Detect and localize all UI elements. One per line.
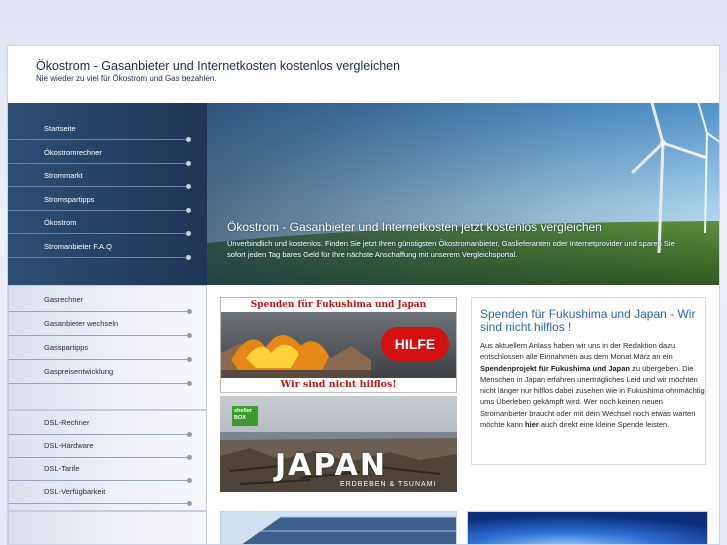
nav-item-dsl-tarife[interactable]: DSL-Tarife	[9, 458, 192, 483]
nav-item-gasspartipps[interactable]: Gasspartipps	[9, 337, 192, 362]
blue-abstract-image	[468, 512, 707, 544]
nav-item-dsl-hardware[interactable]: DSL-Hardware	[9, 435, 192, 460]
main-navigation: Startseite Ökostromrechner Strommarkt St…	[8, 103, 207, 285]
fukushima-banner-heading: Spenden für Fukushima und Japan	[221, 298, 456, 312]
site-header: Ökostrom - Gasanbieter und Internetkoste…	[8, 46, 719, 103]
nav-item-label: Stromanbieter F.A.Q	[44, 242, 112, 251]
article-text: auch direkt eine kleine Spende leisten.	[538, 420, 670, 430]
nav-item-dsl-rechner[interactable]: DSL-Rechner	[9, 412, 192, 437]
nav-item-startseite[interactable]: Startseite	[8, 117, 191, 142]
hero-title: Ökostrom - Gasanbieter und Internetkoste…	[227, 220, 602, 234]
japan-tsunami-banner[interactable]: shelter BOX JAPAN ERDBEBEN & TSUNAMI	[220, 396, 457, 492]
article-body: Aus aktuellem Anlass haben wir uns in de…	[480, 340, 708, 430]
nav-item-label: Ökostromrechner	[44, 148, 102, 157]
nav-item-stromanbieter-faq[interactable]: Stromanbieter F.A.Q	[8, 235, 191, 260]
nav-item-label: Gasrechner	[44, 295, 84, 304]
solar-panel-thumbnail[interactable]	[220, 511, 457, 544]
fukushima-donation-banner[interactable]: Spenden für Fukushima und Japan HILFE Wi…	[220, 297, 457, 393]
shelterbox-logo: shelter BOX	[232, 406, 258, 426]
nav-item-gasrechner[interactable]: Gasrechner	[9, 289, 192, 314]
nav-item-label: DSL-Verfügbarkeit	[44, 487, 106, 496]
bullet-dot-icon	[186, 255, 191, 260]
hero-banner: Ökostrom - Gasanbieter und Internetkoste…	[207, 103, 719, 285]
nav-item-label: Stromspartipps	[44, 195, 95, 204]
site-tagline: Nie wieder zu viel für Ökostrom und Gas …	[36, 74, 217, 83]
article-bold-text: Spendenprojekt für Fukushima und Japan	[480, 363, 631, 373]
bullet-dot-icon	[187, 381, 192, 386]
nav-item-label: Ökostrom	[44, 218, 77, 227]
nav-item-label: Startseite	[44, 124, 76, 133]
hero-text: Unverbindlich und kostenlos. Finden Sie …	[227, 239, 675, 259]
nav-item-label: Strommarkt	[44, 171, 83, 180]
fukushima-banner-slogan: Wir sind nicht hilflos!	[221, 378, 456, 392]
site-title[interactable]: Ökostrom - Gasanbieter und Internetkoste…	[36, 59, 400, 73]
fukushima-article: Spenden für Fukushima und Japan - Wir si…	[471, 297, 706, 465]
gas-navigation: Gasrechner Gasanbieter wechseln Gasspart…	[8, 285, 207, 410]
nav-item-dsl-verfuegbarkeit[interactable]: DSL-Verfügbarkeit	[9, 481, 192, 506]
nav-item-stromspartipps[interactable]: Stromspartipps	[8, 188, 191, 213]
page-container: Ökostrom - Gasanbieter und Internetkoste…	[7, 45, 720, 545]
nav-item-oekostrom[interactable]: Ökostrom	[8, 211, 191, 236]
nav-item-gaspreisentwicklung[interactable]: Gaspreisentwicklung	[9, 361, 192, 386]
article-text: Aus aktuellem Anlass haben wir uns in de…	[480, 341, 676, 362]
japan-subtitle: ERDBEBEN & TSUNAMI	[340, 481, 437, 488]
article-link[interactable]: hier	[525, 420, 539, 429]
nav-item-label: Gaspreisentwicklung	[44, 367, 114, 376]
hilfe-button[interactable]: HILFE	[381, 327, 449, 361]
blue-abstract-thumbnail[interactable]	[467, 511, 708, 544]
nav-item-gasanbieter-wechseln[interactable]: Gasanbieter wechseln	[9, 313, 192, 338]
dsl-navigation: DSL-Rechner DSL-Hardware DSL-Tarife DSL-…	[8, 410, 207, 511]
sidebar-box-bottom	[8, 511, 207, 544]
nav-item-oekostromrechner[interactable]: Ökostromrechner	[8, 141, 191, 166]
nav-item-label: DSL-Hardware	[44, 441, 94, 450]
nav-item-strommarkt[interactable]: Strommarkt	[8, 164, 191, 189]
solar-panel-image	[221, 512, 456, 544]
article-title[interactable]: Spenden für Fukushima und Japan - Wir si…	[480, 308, 704, 334]
nav-item-label: Gasspartipps	[44, 343, 89, 352]
bullet-dot-icon	[187, 501, 192, 506]
japan-headline: JAPAN	[275, 448, 387, 483]
nav-item-label: Gasanbieter wechseln	[44, 319, 119, 328]
nav-item-label: DSL-Tarife	[44, 464, 80, 473]
nav-item-label: DSL-Rechner	[44, 418, 90, 427]
